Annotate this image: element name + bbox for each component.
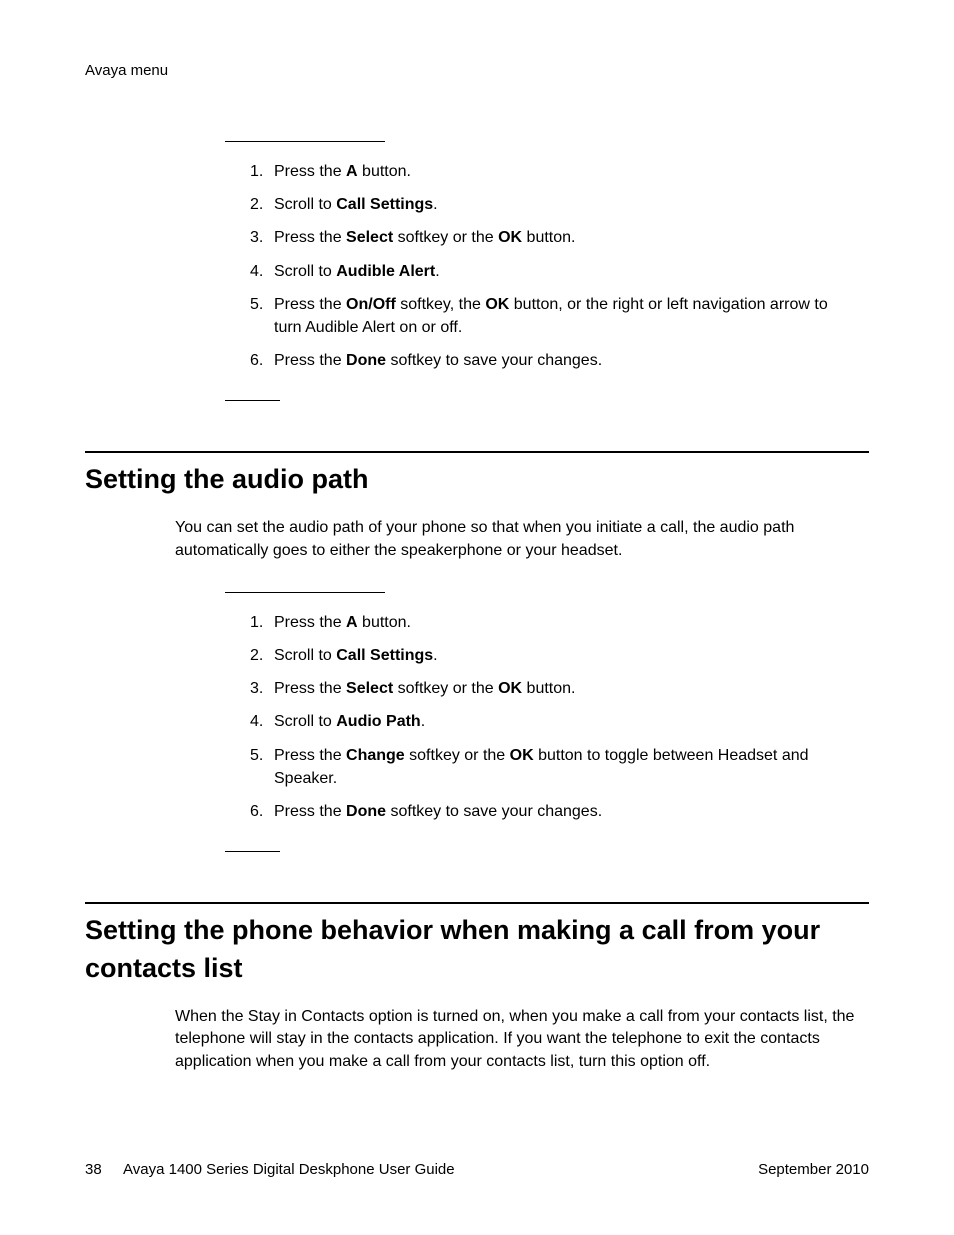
section-intro: When the Stay in Contacts option is turn… (175, 1006, 869, 1073)
step-item: Press the A button. (250, 611, 859, 634)
step-item: Press the Change softkey or the OK butto… (250, 744, 859, 790)
footer-left: 38 Avaya 1400 Series Digital Deskphone U… (85, 1159, 455, 1180)
section-divider (85, 451, 869, 453)
steps-top-rule (225, 141, 385, 142)
page-number: 38 (85, 1161, 102, 1178)
step-item: Press the Select softkey or the OK butto… (250, 226, 859, 249)
section-divider (85, 902, 869, 904)
steps-list-1: Press the A button. Scroll to Call Settin… (250, 160, 869, 372)
section-title-phone-behavior: Setting the phone behavior when making a… (85, 912, 869, 988)
step-item: Press the Done softkey to save your chan… (250, 349, 859, 372)
doc-title: Avaya 1400 Series Digital Deskphone User… (123, 1161, 455, 1178)
step-item: Scroll to Audible Alert. (250, 260, 859, 283)
page-header: Avaya menu (85, 60, 869, 81)
doc-date: September 2010 (758, 1161, 869, 1178)
steps-bottom-rule (225, 400, 280, 401)
section-intro: You can set the audio path of your phone… (175, 517, 869, 562)
step-item: Press the Done softkey to save your chan… (250, 800, 859, 823)
step-item: Scroll to Call Settings. (250, 644, 859, 667)
section-title-audio-path: Setting the audio path (85, 461, 869, 499)
steps-bottom-rule (225, 851, 280, 852)
step-item: Press the A button. (250, 160, 859, 183)
footer-right: September 2010 (758, 1159, 869, 1180)
breadcrumb: Avaya menu (85, 62, 168, 79)
step-item: Press the Select softkey or the OK butto… (250, 677, 859, 700)
page-footer: 38 Avaya 1400 Series Digital Deskphone U… (85, 1159, 869, 1180)
steps-list-2: Press the A button. Scroll to Call Settin… (250, 611, 869, 823)
step-item: Scroll to Audio Path. (250, 710, 859, 733)
step-item: Press the On/Off softkey, the OK button,… (250, 293, 859, 339)
steps-top-rule (225, 592, 385, 593)
step-item: Scroll to Call Settings. (250, 193, 859, 216)
